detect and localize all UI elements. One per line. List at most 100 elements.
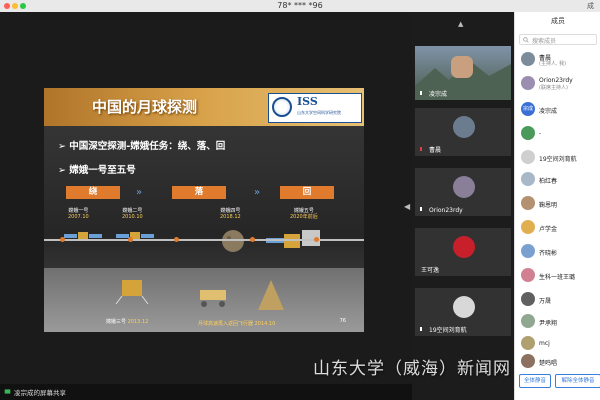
chevron-icon: » (254, 187, 261, 198)
member-name: 尹承翔 (539, 320, 558, 327)
chevron-icon: » (136, 187, 143, 198)
satellite-chang-e-1-icon (64, 232, 102, 240)
mic-icon (420, 327, 422, 331)
slide-bullet-1: ➢ 中国深空探测-嫦娥任务：绕、落、回 (58, 138, 225, 152)
avatar (521, 126, 535, 140)
reentry-capsule-icon (258, 280, 284, 310)
avatar (521, 292, 535, 306)
timeline-marker (60, 237, 65, 242)
timeline-marker (314, 237, 319, 242)
member-search-placeholder: 搜索成员 (532, 38, 557, 45)
unmute-all-button[interactable]: 解除全体静音 (555, 374, 600, 388)
member-name: 19空间刘育航 (539, 156, 577, 163)
member-name: Orion23rdy (539, 77, 573, 84)
mission-label-2: 嫦娥二号 2010.10 (122, 208, 143, 220)
chevron-up-icon[interactable]: ▲ (458, 20, 463, 28)
avatar (521, 172, 535, 186)
member-name: 柏红春 (539, 178, 558, 185)
bullet-arrow-icon: ➢ (58, 165, 66, 176)
news-watermark: 山东大学（威海）新闻网 (313, 359, 511, 379)
window-title: 78* *** *96 (277, 1, 323, 10)
mic-icon (420, 207, 422, 211)
member-item[interactable]: 曹晨 (主持人, 我) (519, 50, 600, 70)
member-item[interactable]: 齐晓彬 (519, 242, 600, 262)
member-name: 齐晓彬 (539, 250, 558, 257)
satellite-chang-e-2-icon (116, 232, 154, 240)
avatar: 宗成 (521, 102, 535, 116)
member-item[interactable]: 柏红春 (519, 170, 600, 190)
avatar (453, 116, 475, 138)
timeline-marker (250, 237, 255, 242)
avatar (521, 336, 535, 350)
lower-mission-year: 2013.12 (127, 319, 149, 325)
avatar (521, 354, 535, 368)
avatar (521, 220, 535, 234)
phase-return: 回 (280, 186, 334, 199)
member-item[interactable]: 生科一班王璐 (519, 266, 600, 286)
iss-logo-text: ISS (297, 95, 318, 108)
video-tile-name: Orion23rdy (429, 207, 463, 214)
iss-logo-emblem (272, 97, 292, 117)
member-name: 生科一班王璐 (539, 274, 576, 281)
member-item[interactable]: - (519, 124, 600, 144)
search-icon (523, 37, 529, 43)
lower-mission-name: 嫦娥三号 (106, 319, 127, 325)
member-name: 鞠恩明 (539, 202, 558, 209)
members-panel: 成员 搜索成员 曹晨 (主持人, 我) Orion23rdy (联席主持人) 宗… (514, 12, 600, 400)
member-item[interactable]: 尹承翔 (519, 312, 600, 332)
member-search-input[interactable]: 搜索成员 (519, 34, 597, 45)
phase-orbit: 绕 (66, 186, 120, 199)
member-name: 卢学金 (539, 226, 558, 233)
member-item[interactable]: 鞠恩明 (519, 194, 600, 214)
member-item[interactable]: 万晟 (519, 290, 600, 310)
bullet-arrow-icon: ➢ (58, 141, 66, 152)
avatar (521, 314, 535, 328)
mission-label-1: 嫦娥一号 2007.10 (68, 208, 89, 220)
member-role: (联席主持人) (539, 85, 568, 91)
member-item[interactable]: 19空间刘育航 (519, 148, 600, 168)
video-tile-name: 曹晨 (429, 147, 442, 154)
members-panel-actions: 全体静音 解除全体静音 (515, 372, 600, 392)
video-tile[interactable]: Orion23rdy (415, 168, 511, 216)
avatar (453, 236, 475, 258)
avatar (521, 196, 535, 210)
screen-share-bar: 凌宗成的屏幕共享 (0, 384, 412, 400)
mic-icon (420, 147, 422, 151)
slide-bullet-2-text: 嫦娥一号至五号 (69, 165, 136, 176)
shared-screen-area: 中国的月球探测 ISS 山东大学空间科学研究院 ➢ 中国深空探测-嫦娥任务：绕、… (0, 12, 412, 388)
mission-year: 2010.10 (122, 214, 143, 220)
video-tile[interactable]: 王可逸 (415, 228, 511, 276)
mission-year: 2020年前后 (290, 214, 318, 220)
member-item[interactable]: Orion23rdy (联席主持人) (519, 74, 600, 94)
titlebar-right-label: 成 (587, 2, 594, 10)
member-name: - (539, 130, 542, 137)
avatar (521, 52, 535, 66)
avatar (521, 244, 535, 258)
member-item[interactable]: 宗成 凌宗成 (519, 100, 600, 120)
lower-mission-label: 嫦娥三号 2013.12 (106, 319, 148, 325)
screen-share-label: 凌宗成的屏幕共享 (14, 389, 66, 397)
slide-page-number: 76 (339, 318, 346, 324)
participant-video (451, 56, 473, 78)
video-tile-name: 凌宗成 (429, 91, 448, 98)
member-name: 楚鸣唱 (539, 360, 558, 367)
member-name: 凌宗成 (539, 108, 558, 115)
video-tile[interactable]: 凌宗成 (415, 46, 511, 100)
chevron-left-icon[interactable]: ◀ (404, 202, 410, 211)
slide-bottom-caption: 月球高速再入返回飞行器 2014.10 (198, 321, 276, 327)
video-tile[interactable]: 19空间刘育航 (415, 288, 511, 336)
member-item[interactable]: mcj (519, 334, 600, 354)
avatar (521, 76, 535, 90)
member-item[interactable]: 楚鸣唱 (519, 352, 600, 370)
mute-all-button[interactable]: 全体静音 (519, 374, 551, 388)
video-tile[interactable]: 曹晨 (415, 108, 511, 156)
mission-label-4: 嫦娥四号 2018.12 (220, 208, 241, 220)
chang-e-3-lander-icon (115, 280, 149, 305)
iss-logo: ISS 山东大学空间科学研究院 (268, 93, 362, 123)
avatar (521, 150, 535, 164)
member-item[interactable]: 卢学金 (519, 218, 600, 238)
presentation-slide: 中国的月球探测 ISS 山东大学空间科学研究院 ➢ 中国深空探测-嫦娥任务：绕、… (44, 88, 364, 332)
timeline-marker (174, 237, 179, 242)
member-role: (主持人, 我) (539, 61, 567, 67)
rover-icon (200, 290, 226, 307)
